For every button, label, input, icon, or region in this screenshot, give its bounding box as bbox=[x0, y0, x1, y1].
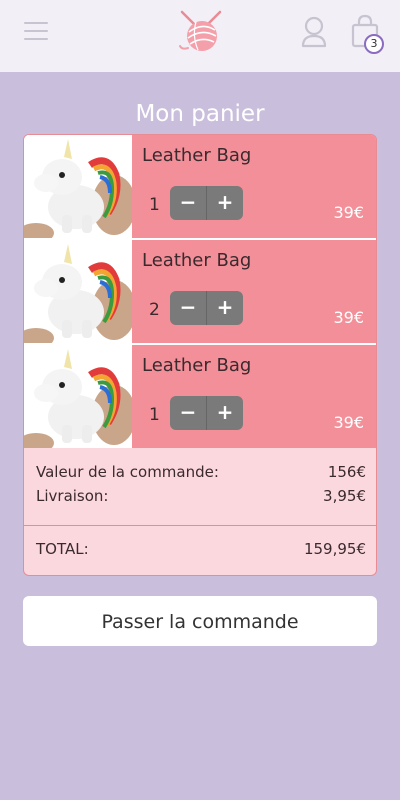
item-price: 39€ bbox=[333, 203, 364, 222]
menu-icon-line bbox=[24, 22, 48, 24]
page-title: Mon panier bbox=[135, 101, 265, 128]
cart-item: Leather Bag 1 − + 39€ bbox=[24, 135, 376, 238]
total-amount: 159,95€ bbox=[303, 540, 366, 558]
order-value-label: Valeur de la commande: bbox=[36, 463, 219, 481]
summary-divider bbox=[24, 525, 376, 526]
yarn-logo-icon[interactable] bbox=[176, 8, 226, 54]
product-name: Leather Bag bbox=[142, 355, 252, 376]
user-account-button[interactable] bbox=[300, 16, 328, 50]
delivery-amount: 3,95€ bbox=[323, 487, 366, 505]
delivery-label: Livraison: bbox=[36, 487, 109, 505]
quantity-stepper: − + bbox=[170, 291, 243, 325]
product-image bbox=[24, 240, 132, 343]
quantity-stepper: − + bbox=[170, 186, 243, 220]
product-image bbox=[24, 135, 132, 238]
menu-button[interactable] bbox=[24, 22, 50, 44]
product-image bbox=[24, 345, 132, 448]
increase-quantity-button[interactable]: + bbox=[207, 186, 243, 220]
quantity-stepper: − + bbox=[170, 396, 243, 430]
item-quantity: 2 bbox=[149, 300, 160, 320]
cart-button[interactable]: 3 bbox=[350, 14, 390, 58]
product-name: Leather Bag bbox=[142, 250, 252, 271]
order-summary: Valeur de la commande: 156€ Livraison: 3… bbox=[36, 463, 366, 511]
item-quantity: 1 bbox=[149, 195, 160, 215]
order-value-row: Valeur de la commande: 156€ bbox=[36, 463, 366, 487]
total-label: TOTAL: bbox=[36, 540, 89, 558]
decrease-quantity-button[interactable]: − bbox=[170, 291, 206, 325]
menu-icon-line bbox=[24, 38, 48, 40]
decrease-quantity-button[interactable]: − bbox=[170, 186, 206, 220]
product-name: Leather Bag bbox=[142, 145, 252, 166]
decrease-quantity-button[interactable]: − bbox=[170, 396, 206, 430]
increase-quantity-button[interactable]: + bbox=[207, 291, 243, 325]
order-value-amount: 156€ bbox=[327, 463, 366, 481]
menu-icon-line bbox=[24, 30, 48, 32]
top-bar: 3 bbox=[0, 0, 400, 72]
cart-panel: Leather Bag 1 − + 39€ Leather Bag 2 − + … bbox=[23, 134, 377, 576]
cart-count-badge: 3 bbox=[364, 34, 384, 54]
item-quantity: 1 bbox=[149, 405, 160, 425]
delivery-row: Livraison: 3,95€ bbox=[36, 487, 366, 511]
item-price: 39€ bbox=[333, 413, 364, 432]
cart-item: Leather Bag 2 − + 39€ bbox=[24, 240, 376, 343]
user-icon bbox=[301, 16, 327, 48]
increase-quantity-button[interactable]: + bbox=[207, 396, 243, 430]
total-row: TOTAL: 159,95€ bbox=[36, 540, 366, 564]
item-price: 39€ bbox=[333, 308, 364, 327]
checkout-button[interactable]: Passer la commande bbox=[23, 596, 377, 646]
cart-item: Leather Bag 1 − + 39€ bbox=[24, 345, 376, 448]
